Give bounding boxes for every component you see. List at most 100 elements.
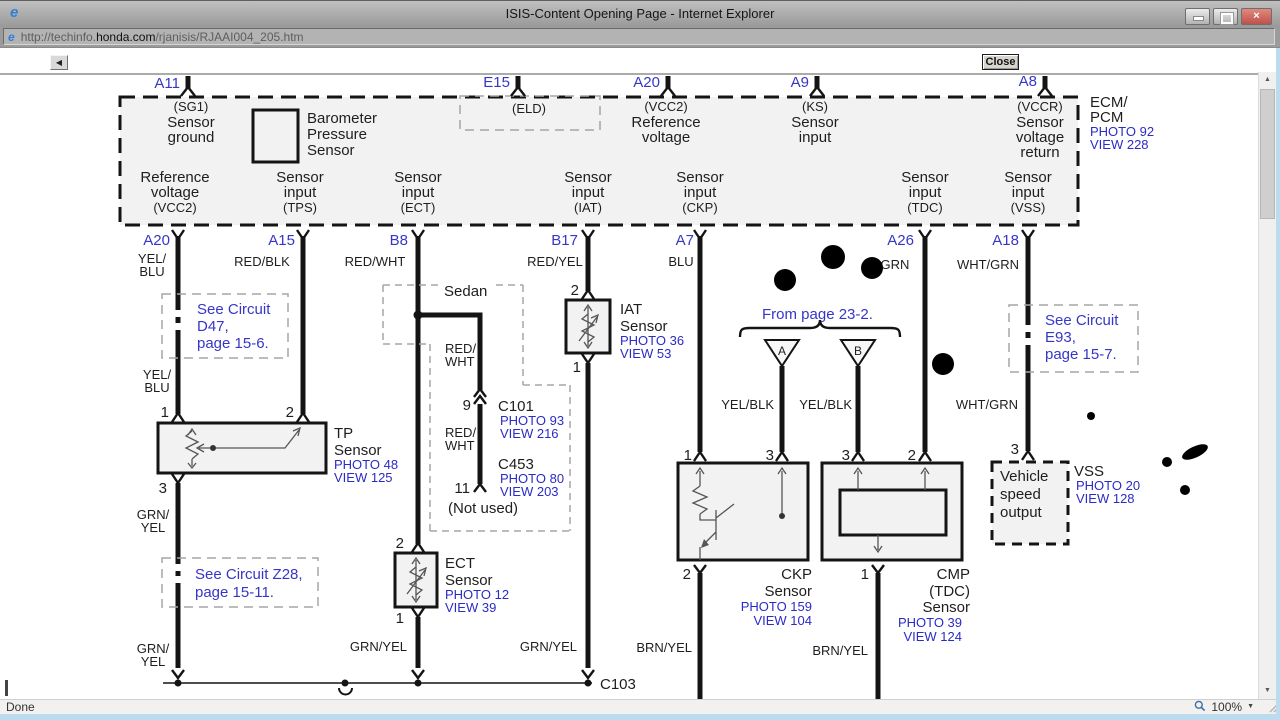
iat-view-link[interactable]: VIEW 53 [620,346,671,361]
see-circuit-d47-text[interactable]: See Circuit [197,301,271,318]
see-circuit-e93-text[interactable]: See Circuit [1045,312,1119,329]
wire-junction-dot [413,310,423,320]
zoom-level: 100% [1211,700,1243,714]
cmp-sensor-name: CMP [937,566,970,583]
ckp-sensor-name: CKP [781,566,812,583]
url-input[interactable]: e http://techinfo.honda.com/rjanisis/RJAA… [3,28,1275,45]
ecm-vcc2-label: (VCC2) [644,99,687,114]
ect-pin-1: 1 [396,610,404,627]
baro-label: Pressure [307,126,367,143]
wire-color-red-wht-sedan-2: WHT [445,438,475,453]
ecm-out-iat: input [572,184,605,201]
ecm-ks-label: input [799,129,832,146]
window-frame-bottom [0,714,1280,720]
wire-color-yel-blu-2: BLU [144,380,169,395]
browser-window: e ISIS-Content Opening Page - Internet E… [0,0,1280,720]
triangle-a-label: A [778,344,786,358]
see-circuit-d47-text[interactable]: page 15-6. [197,335,269,352]
wire-color-wht-grn: WHT/GRN [957,257,1019,272]
see-circuit-e93-link[interactable]: See Circuit E93, page 15-7. [1045,312,1119,363]
page-toolbar: ◀ Close [0,48,1280,72]
scroll-down-button[interactable]: ▼ [1259,683,1276,699]
pin-label-a26: A26 [887,232,914,249]
ckp-node-dot [779,513,785,519]
ecm-vccr-label: (VCCR) [1017,99,1063,114]
ecm-out-tdc: input [909,184,942,201]
see-circuit-e93-text[interactable]: page 15-7. [1045,346,1117,363]
c103-connector-arc [338,687,353,696]
ecm-out-tps: (TPS) [283,200,317,215]
cmp-pin-2: 2 [908,447,916,464]
titlebar: e ISIS-Content Opening Page - Internet E… [0,0,1280,26]
see-circuit-z28-text[interactable]: See Circuit Z28, [195,566,303,583]
ckp-pin-1: 1 [684,447,692,464]
sedan-label: Sedan [444,283,487,300]
see-circuit-e93-text[interactable]: E93, [1045,329,1076,346]
cmp-pin-3: 3 [842,447,850,464]
zoom-dropdown-icon[interactable]: ▼ [1247,700,1254,714]
see-circuit-z28-link[interactable]: See Circuit Z28, page 15-11. [195,566,303,601]
c101-view-link[interactable]: VIEW 216 [500,426,559,441]
back-button[interactable]: ◀ [50,55,68,70]
scroll-up-button[interactable]: ▲ [1259,72,1276,88]
see-circuit-d47-text[interactable]: D47, [197,318,229,335]
ckp-photo-link[interactable]: PHOTO 159 [741,599,812,614]
pin-label-e15: E15 [483,74,510,91]
ecm-ks-label: (KS) [802,99,828,114]
vertical-scrollbar[interactable]: ▲ ▼ [1258,72,1276,699]
wiring-diagram: A11 E15 A20 A9 A8 (SG1) Sensor ground Ba… [0,73,1258,699]
status-bar: Done 100% ▼ [0,699,1280,714]
c453-pin-11: 11 [454,480,470,497]
vss-box-label: Vehicle [1000,468,1048,485]
ckp-sensor-box [676,461,810,562]
wire-color-red-wht: RED/WHT [345,254,406,269]
wire-color-brn-yel-cmp: BRN/YEL [812,643,868,658]
vss-box-label: speed [1000,486,1041,503]
iat-sensor-name: IAT [620,301,642,318]
ecm-out-ect: input [402,184,435,201]
tp-view-link[interactable]: VIEW 125 [334,470,393,485]
ckp-view-link[interactable]: VIEW 104 [753,613,812,628]
c453-view-link[interactable]: VIEW 203 [500,484,559,499]
minimize-button[interactable] [1185,8,1210,25]
ecm-out-vcc2: (VCC2) [153,200,196,215]
pin-label-a20: A20 [143,232,170,249]
ecm-out-ect: (ECT) [401,200,436,215]
wire-color-red-wht-sedan-1: WHT [445,354,475,369]
ecm-out-vss: (VSS) [1011,200,1046,215]
pin-label-a9: A9 [791,74,809,91]
close-window-button[interactable]: × [1241,8,1272,25]
cmp-view-link[interactable]: VIEW 124 [903,629,962,644]
ecm-view-link[interactable]: VIEW 228 [1090,137,1149,152]
ckp-sensor-name: Sensor [764,583,812,600]
scrollbar-thumb[interactable] [1260,89,1275,219]
maximize-icon [1220,12,1234,25]
top-pin-terminals [180,85,1053,97]
maximize-button[interactable] [1213,8,1238,25]
not-used-label: (Not used) [448,500,518,517]
from-page-link[interactable]: From page 23-2. [762,306,873,323]
wire-color-yel-blu: BLU [139,264,164,279]
cmp-photo-link[interactable]: PHOTO 39 [898,615,962,630]
see-circuit-d47-link[interactable]: See Circuit D47, page 15-6. [197,301,271,352]
wire-color-grn-yel-ect: GRN/YEL [350,639,407,654]
ecm-out-ckp: input [684,184,717,201]
address-bar: e http://techinfo.honda.com/rjanisis/RJAA… [0,26,1280,48]
tp-pin-1: 1 [161,404,169,421]
vss-view-link[interactable]: VIEW 128 [1076,491,1135,506]
wire-color-grn-yel-1: YEL [141,520,166,535]
ecm-out-tdc: (TDC) [907,200,942,215]
baro-label: Sensor [307,142,355,159]
ecm-sg1-label: ground [168,129,215,146]
pin-label-a11: A11 [154,75,180,92]
baro-label: Barometer [307,110,377,127]
see-circuit-z28-text[interactable]: page 15-11. [195,584,274,601]
close-button[interactable]: Close [982,54,1019,70]
pin-label-a20-top: A20 [633,74,660,91]
ect-view-link[interactable]: VIEW 39 [445,600,496,615]
window-controls: × [1185,8,1272,25]
ecm-out-ckp: (CKP) [682,200,717,215]
zoom-control[interactable]: 100% ▼ [1194,700,1254,714]
cmp-sensor-name: Sensor [922,599,970,616]
ecm-vccr-label: return [1020,144,1059,161]
